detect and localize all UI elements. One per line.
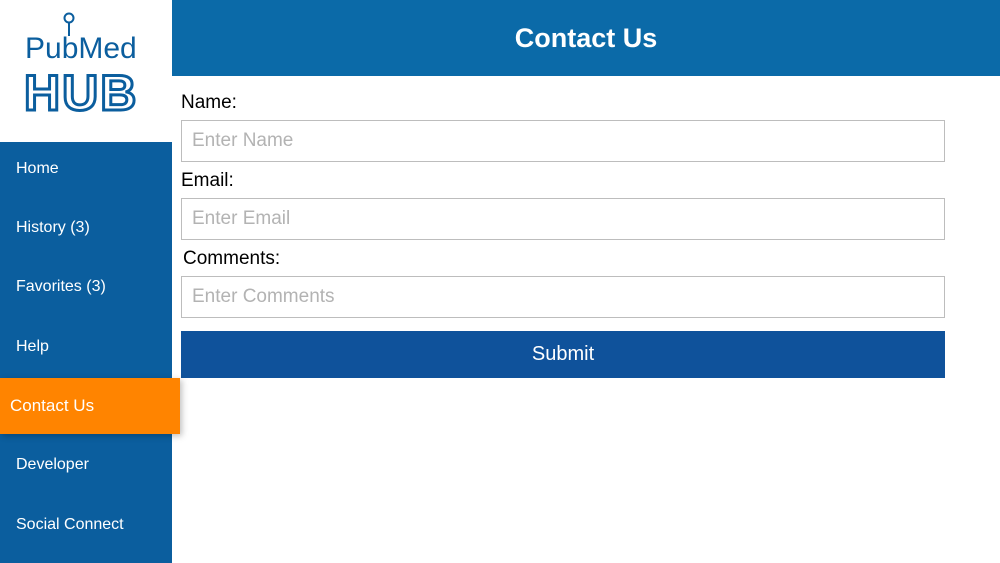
page-title: Contact Us: [514, 22, 658, 53]
name-label: Name:: [181, 92, 237, 113]
submit-button[interactable]: Submit: [181, 331, 945, 378]
logo-area: PubMed HUB: [0, 0, 172, 142]
sidebar-item-history[interactable]: History (3): [0, 200, 172, 256]
sidebar-item-home[interactable]: Home: [0, 141, 172, 197]
app-window: PubMed HUB Home History (3) Favorites (3…: [0, 0, 1000, 563]
sidebar-item-favorites[interactable]: Favorites (3): [0, 259, 172, 315]
sidebar-item-label: Home: [16, 160, 59, 177]
sidebar-item-label: Contact Us: [10, 396, 95, 415]
email-field[interactable]: [181, 198, 945, 240]
comments-field[interactable]: [181, 276, 945, 318]
sidebar-item-contact-us[interactable]: Contact Us: [0, 378, 180, 434]
sidebar: PubMed HUB Home History (3) Favorites (3…: [0, 0, 180, 563]
sidebar-item-label: Favorites (3): [16, 278, 106, 295]
sidebar-item-label: History (3): [16, 219, 90, 236]
comments-label: Comments:: [183, 248, 281, 269]
email-label: Email:: [181, 170, 234, 191]
sidebar-item-label: Help: [16, 338, 49, 355]
sidebar-item-social-connect[interactable]: Social Connect: [0, 497, 172, 553]
sidebar-item-label: Social Connect: [16, 516, 124, 533]
sidebar-item-label: Developer: [16, 456, 89, 473]
sidebar-item-developer[interactable]: Developer: [0, 437, 172, 493]
page-header: Contact Us: [172, 0, 1000, 76]
name-field[interactable]: [181, 120, 945, 162]
logo-text-hub: HUB: [24, 65, 138, 116]
logo-text-pubmed: PubMed: [25, 32, 137, 65]
sidebar-item-help[interactable]: Help: [0, 319, 172, 375]
pubmed-hub-logo: PubMed HUB: [23, 12, 138, 116]
